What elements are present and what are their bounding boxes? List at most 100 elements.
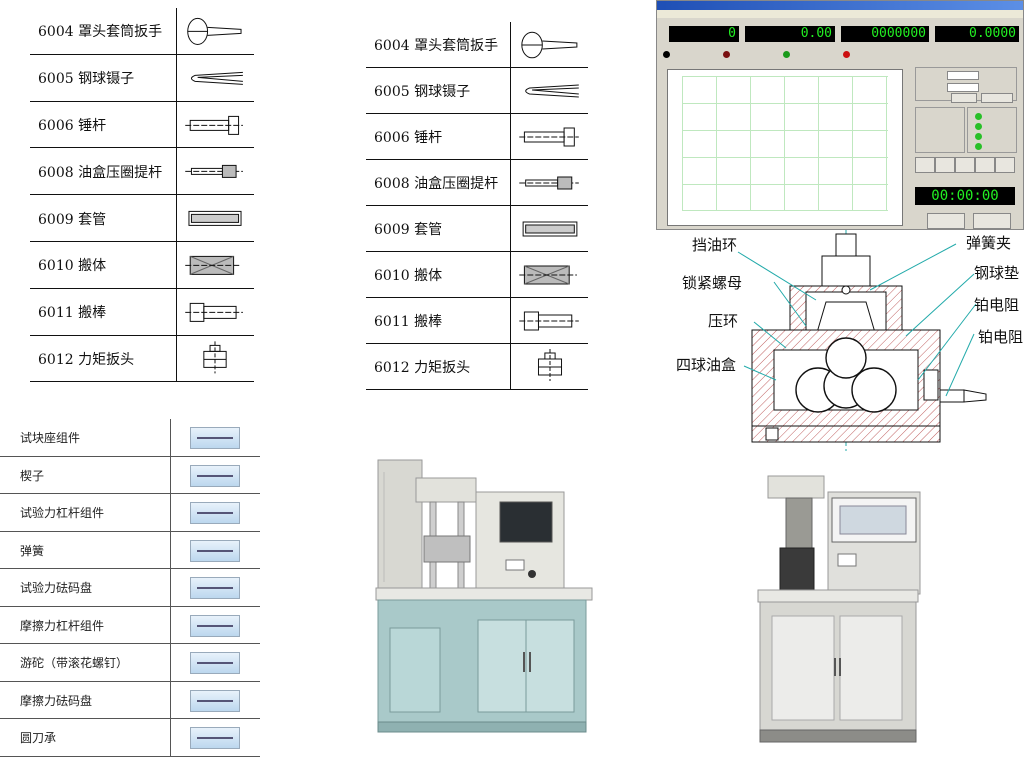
accessory-row: 弹簧 bbox=[0, 531, 260, 569]
lift-rod-icon bbox=[519, 176, 579, 190]
status-dot-black bbox=[663, 51, 670, 58]
part-label: 6006 锤杆 bbox=[374, 130, 443, 146]
part-label: 6010 搬体 bbox=[374, 268, 443, 284]
start-button[interactable] bbox=[927, 213, 965, 229]
part-label: 6006 锤杆 bbox=[38, 117, 107, 134]
accessory-row: 圆刀承 bbox=[0, 719, 260, 757]
parts-table-middle: 6004 罩头套筒扳手 6005 钢球镊子 6006 锤杆 6008 油盒压圈提… bbox=[326, 0, 650, 432]
wrench-body-icon bbox=[185, 255, 242, 275]
machine-1-illustration bbox=[375, 459, 593, 733]
parts-row: 6005 钢球镊子 bbox=[326, 68, 650, 114]
panel-button-1[interactable] bbox=[951, 93, 977, 103]
accessory-thumbnail bbox=[190, 577, 240, 599]
control-row bbox=[657, 49, 1023, 61]
parts-row: 6004 罩头套筒扳手 bbox=[0, 8, 312, 55]
software-menubar bbox=[657, 10, 1023, 18]
four-ball-cross-section: 挡油环 弹簧夹 锁紧螺母 钢球垫 压环 铂电阻 铂电阻 四球油盒 bbox=[656, 230, 1024, 452]
accessory-label: 摩擦力砝码盘 bbox=[20, 693, 93, 708]
accessory-label: 试验力杠杆组件 bbox=[20, 506, 105, 521]
panel-button-2[interactable] bbox=[981, 93, 1013, 103]
accessory-label: 试块座组件 bbox=[20, 431, 81, 446]
software-titlebar bbox=[657, 1, 1023, 10]
parts-row: 6010 搬体 bbox=[326, 252, 650, 298]
part-label: 6008 油盒压圈提杆 bbox=[374, 176, 499, 192]
accessory-label: 游砣（带滚花螺钉） bbox=[20, 656, 129, 671]
part-label: 6010 搬体 bbox=[38, 258, 107, 275]
part-label: 6005 钢球镊子 bbox=[38, 71, 135, 88]
label-pt-resistor-2: 铂电阻 bbox=[978, 328, 1024, 346]
machine-photo-2 bbox=[654, 462, 1024, 768]
accessory-row: 摩擦力杠杆组件 bbox=[0, 606, 260, 644]
sleeve-icon bbox=[188, 211, 242, 227]
parts-row: 6008 油盒压圈提杆 bbox=[0, 148, 312, 196]
accessory-label: 楔子 bbox=[20, 468, 45, 483]
part-label: 6004 罩头套筒扳手 bbox=[374, 38, 499, 54]
readout-1: 0 bbox=[669, 26, 739, 42]
accessory-label: 弹簧 bbox=[20, 543, 45, 558]
cross-section-drawing bbox=[737, 230, 987, 452]
part-label: 6012 力矩扳头 bbox=[374, 360, 471, 376]
hammer-rod-icon bbox=[519, 127, 579, 147]
status-dot-darkred bbox=[723, 51, 730, 58]
accessory-thumbnail bbox=[190, 727, 240, 749]
tool-button-5[interactable] bbox=[995, 157, 1015, 173]
parts-row: 6011 搬棒 bbox=[326, 298, 650, 344]
accessory-row: 试验力砝码盘 bbox=[0, 569, 260, 607]
label-lock-nut: 锁紧螺母 bbox=[682, 274, 743, 292]
tool-button-2[interactable] bbox=[935, 157, 955, 173]
label-pt-resistor-1: 铂电阻 bbox=[974, 296, 1020, 314]
ball-tweezers-icon bbox=[190, 71, 243, 85]
parts-row: 6010 搬体 bbox=[0, 242, 312, 289]
accessory-thumbnail bbox=[190, 614, 240, 637]
accessory-label: 圆刀承 bbox=[20, 731, 57, 746]
ball-tweezers-icon bbox=[525, 84, 579, 98]
parts-row: 6004 罩头套筒扳手 bbox=[326, 22, 650, 68]
readout-4: 0.0000 bbox=[935, 26, 1019, 42]
stop-button[interactable] bbox=[973, 213, 1011, 229]
accessory-thumbnail bbox=[190, 427, 240, 449]
wrench-bar-icon bbox=[519, 311, 579, 331]
accessory-row: 游砣（带滚花螺钉） bbox=[0, 644, 260, 682]
status-dot-red bbox=[843, 51, 850, 58]
tool-button-1[interactable] bbox=[915, 157, 935, 173]
hammer-rod-icon bbox=[185, 115, 243, 135]
accessory-label: 摩擦力杠杆组件 bbox=[20, 618, 105, 633]
sleeve-icon bbox=[522, 221, 578, 237]
part-label: 6008 油盒压圈提杆 bbox=[38, 164, 163, 181]
parts-row: 6005 钢球镊子 bbox=[0, 54, 312, 102]
label-spring-clip: 弹簧夹 bbox=[966, 234, 1012, 252]
accessory-thumbnail bbox=[190, 689, 240, 712]
label-four-ball-cup: 四球油盒 bbox=[676, 356, 737, 374]
tool-button-3[interactable] bbox=[955, 157, 975, 173]
label-oil-ring: 挡油环 bbox=[692, 236, 738, 254]
accessory-row: 摩擦力砝码盘 bbox=[0, 681, 260, 719]
torque-head-icon bbox=[537, 349, 563, 381]
label-pressure-ring: 压环 bbox=[708, 312, 739, 330]
parts-row: 6012 力矩扳头 bbox=[0, 335, 312, 383]
wrench-bar-icon bbox=[185, 302, 243, 322]
parts-row: 6011 搬棒 bbox=[0, 288, 312, 336]
status-dot-green bbox=[783, 51, 790, 58]
parts-row: 6006 锤杆 bbox=[326, 114, 650, 160]
part-label: 6011 搬棒 bbox=[38, 305, 107, 322]
machine-photo-1 bbox=[326, 452, 648, 768]
accessory-thumbnail bbox=[190, 539, 240, 562]
test-software-window: 0 0.00 0000000 0.0000 00:00:00 bbox=[656, 0, 1024, 230]
lift-rod-icon bbox=[185, 165, 243, 179]
test-timer: 00:00:00 bbox=[915, 187, 1015, 205]
machine-2-illustration bbox=[757, 475, 921, 743]
parts-row: 6012 力矩扳头 bbox=[326, 344, 650, 390]
part-label: 6011 搬棒 bbox=[374, 314, 443, 330]
readout-2: 0.00 bbox=[745, 26, 835, 42]
accessory-row: 楔子 bbox=[0, 456, 260, 494]
parts-row: 6009 套管 bbox=[0, 195, 312, 242]
part-label: 6012 力矩扳头 bbox=[38, 351, 135, 368]
parts-row: 6009 套管 bbox=[326, 206, 650, 252]
friction-plot bbox=[667, 69, 903, 226]
accessory-list: 试块座组件 楔子 试验力杠杆组件 弹簧 试验力砝码盘 摩擦力杠杆组件 游砣（带滚… bbox=[0, 403, 312, 768]
accessory-thumbnail bbox=[190, 464, 240, 487]
part-label: 6009 套管 bbox=[38, 211, 107, 228]
parts-table-left: 6004 罩头套筒扳手 6005 钢球镊子 6006 锤杆 6008 油盒压圈提… bbox=[0, 0, 312, 395]
accessory-thumbnail bbox=[190, 502, 240, 524]
tool-button-4[interactable] bbox=[975, 157, 995, 173]
